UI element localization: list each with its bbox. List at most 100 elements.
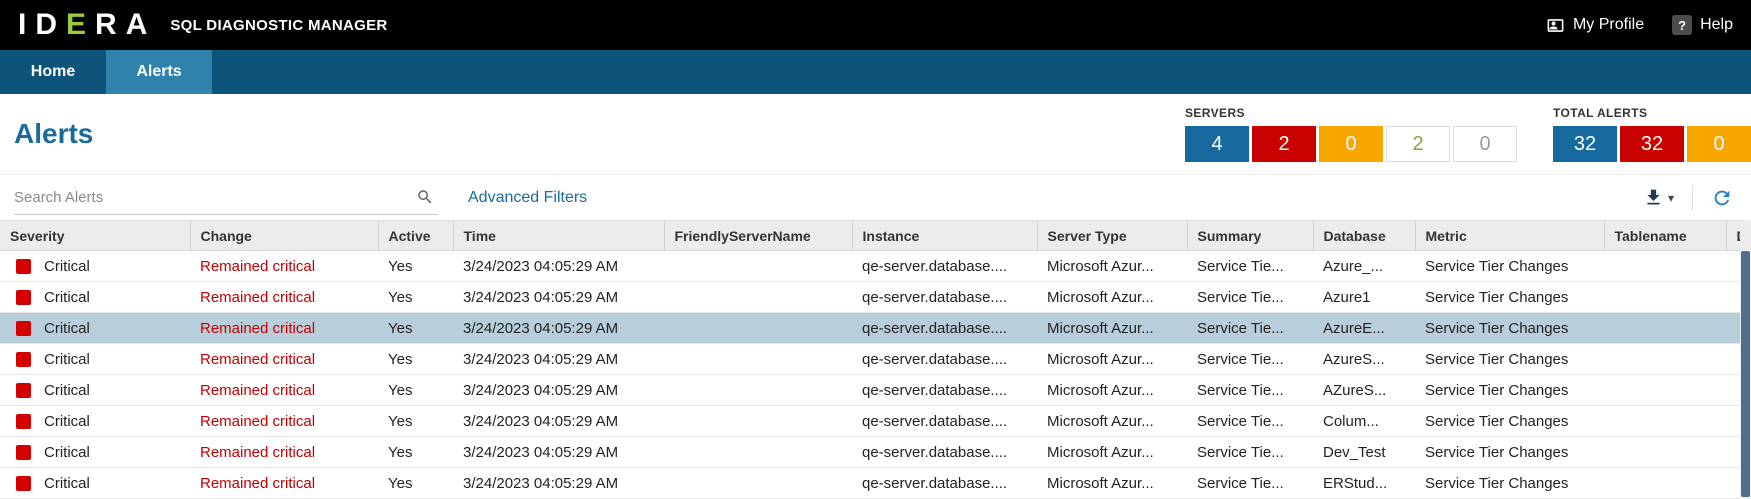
- cell-summary: Service Tie...: [1187, 313, 1313, 344]
- column-header-time[interactable]: Time: [453, 221, 664, 251]
- refresh-icon: [1711, 187, 1733, 209]
- top-bar: IDERA SQL DIAGNOSTIC MANAGER My Profile …: [0, 0, 1751, 50]
- chevron-down-icon[interactable]: ▾: [1668, 191, 1674, 205]
- table-scrollbar[interactable]: [1740, 220, 1751, 499]
- search-icon[interactable]: [412, 188, 438, 206]
- total-alerts-count-1[interactable]: 32: [1620, 126, 1684, 162]
- cell-metric: Service Tier Changes: [1415, 406, 1604, 437]
- severity-critical-icon: [16, 414, 31, 429]
- cell-instance: qe-server.database....: [852, 437, 1037, 468]
- cell-severity: Critical: [0, 313, 190, 344]
- table-row[interactable]: CriticalRemained criticalYes3/24/2023 04…: [0, 375, 1751, 406]
- cell-active: Yes: [378, 251, 453, 282]
- column-header-database[interactable]: Database: [1313, 221, 1415, 251]
- servers-count-4[interactable]: 0: [1453, 126, 1517, 162]
- search-input[interactable]: [14, 189, 412, 206]
- column-header-active[interactable]: Active: [378, 221, 453, 251]
- logo-letter: D: [35, 10, 66, 40]
- cell-change: Remained critical: [190, 468, 378, 499]
- cell-severity: Critical: [0, 406, 190, 437]
- cell-active: Yes: [378, 282, 453, 313]
- page-title: Alerts: [14, 118, 93, 150]
- column-header-severity[interactable]: Severity: [0, 221, 190, 251]
- cell-time: 3/24/2023 04:05:29 AM: [453, 406, 664, 437]
- column-header-tablename[interactable]: Tablename: [1604, 221, 1726, 251]
- severity-label: Critical: [44, 320, 90, 337]
- cell-tablename: [1604, 375, 1726, 406]
- refresh-button[interactable]: [1707, 183, 1737, 213]
- scrollbar-thumb[interactable]: [1741, 251, 1750, 497]
- column-header-friendlyservername[interactable]: FriendlyServerName: [664, 221, 852, 251]
- cell-instance: qe-server.database....: [852, 282, 1037, 313]
- app-window: IDERA SQL DIAGNOSTIC MANAGER My Profile …: [0, 0, 1751, 499]
- servers-count-3[interactable]: 2: [1386, 126, 1450, 162]
- cell-friendly-server-name: [664, 282, 852, 313]
- tab-alerts[interactable]: Alerts: [106, 50, 212, 94]
- cell-active: Yes: [378, 437, 453, 468]
- search-box: [14, 181, 438, 215]
- cell-time: 3/24/2023 04:05:29 AM: [453, 468, 664, 499]
- cell-metric: Service Tier Changes: [1415, 251, 1604, 282]
- severity-label: Critical: [44, 289, 90, 306]
- cell-severity: Critical: [0, 437, 190, 468]
- table-row[interactable]: CriticalRemained criticalYes3/24/2023 04…: [0, 251, 1751, 282]
- servers-counts: 42020: [1185, 126, 1517, 162]
- cell-database: Azure1: [1313, 282, 1415, 313]
- severity-critical-icon: [16, 383, 31, 398]
- cell-metric: Service Tier Changes: [1415, 468, 1604, 499]
- cell-change: Remained critical: [190, 282, 378, 313]
- nav-bar: HomeAlerts: [0, 50, 1751, 94]
- column-header-metric[interactable]: Metric: [1415, 221, 1604, 251]
- advanced-filters-link[interactable]: Advanced Filters: [468, 189, 587, 207]
- cell-database: Colum...: [1313, 406, 1415, 437]
- cell-server-type: Microsoft Azur...: [1037, 468, 1187, 499]
- toolbar-divider: [1692, 185, 1693, 211]
- severity-critical-icon: [16, 476, 31, 491]
- table-row[interactable]: CriticalRemained criticalYes3/24/2023 04…: [0, 406, 1751, 437]
- cell-instance: qe-server.database....: [852, 406, 1037, 437]
- severity-label: Critical: [44, 382, 90, 399]
- page-header: Alerts SERVERS 42020 TOTAL ALERTS 32320: [0, 94, 1751, 174]
- cell-server-type: Microsoft Azur...: [1037, 406, 1187, 437]
- table-row[interactable]: CriticalRemained criticalYes3/24/2023 04…: [0, 437, 1751, 468]
- servers-count-0[interactable]: 4: [1185, 126, 1249, 162]
- help-button[interactable]: ? Help: [1672, 15, 1733, 35]
- stats-panel: SERVERS 42020 TOTAL ALERTS 32320: [1185, 94, 1751, 162]
- servers-count-2[interactable]: 0: [1319, 126, 1383, 162]
- cell-metric: Service Tier Changes: [1415, 313, 1604, 344]
- my-profile-button[interactable]: My Profile: [1546, 16, 1644, 35]
- total-alerts-count-0[interactable]: 32: [1553, 126, 1617, 162]
- cell-server-type: Microsoft Azur...: [1037, 313, 1187, 344]
- column-header-server-type[interactable]: Server Type: [1037, 221, 1187, 251]
- cell-change: Remained critical: [190, 437, 378, 468]
- cell-instance: qe-server.database....: [852, 344, 1037, 375]
- help-label: Help: [1700, 16, 1733, 34]
- total-alerts-counts: 32320: [1553, 126, 1751, 162]
- servers-count-1[interactable]: 2: [1252, 126, 1316, 162]
- cell-server-type: Microsoft Azur...: [1037, 437, 1187, 468]
- column-header-instance[interactable]: Instance: [852, 221, 1037, 251]
- table-row[interactable]: CriticalRemained criticalYes3/24/2023 04…: [0, 282, 1751, 313]
- cell-server-type: Microsoft Azur...: [1037, 375, 1187, 406]
- cell-friendly-server-name: [664, 313, 852, 344]
- idera-logo: IDERA: [18, 10, 156, 40]
- table-row[interactable]: CriticalRemained criticalYes3/24/2023 04…: [0, 468, 1751, 499]
- topbar-actions: My Profile ? Help: [1546, 15, 1733, 35]
- cell-tablename: [1604, 406, 1726, 437]
- total-alerts-label: TOTAL ALERTS: [1553, 106, 1751, 120]
- export-button[interactable]: ▾: [1639, 183, 1678, 212]
- column-header-summary[interactable]: Summary: [1187, 221, 1313, 251]
- my-profile-label: My Profile: [1573, 16, 1644, 34]
- cell-metric: Service Tier Changes: [1415, 375, 1604, 406]
- tab-home[interactable]: Home: [0, 50, 106, 94]
- table-row[interactable]: CriticalRemained criticalYes3/24/2023 04…: [0, 313, 1751, 344]
- total-alerts-count-2[interactable]: 0: [1687, 126, 1751, 162]
- cell-friendly-server-name: [664, 251, 852, 282]
- cell-friendly-server-name: [664, 468, 852, 499]
- column-header-change[interactable]: Change: [190, 221, 378, 251]
- table-row[interactable]: CriticalRemained criticalYes3/24/2023 04…: [0, 344, 1751, 375]
- alerts-table: SeverityChangeActiveTimeFriendlyServerNa…: [0, 220, 1751, 499]
- cell-severity: Critical: [0, 375, 190, 406]
- cell-summary: Service Tie...: [1187, 468, 1313, 499]
- cell-tablename: [1604, 437, 1726, 468]
